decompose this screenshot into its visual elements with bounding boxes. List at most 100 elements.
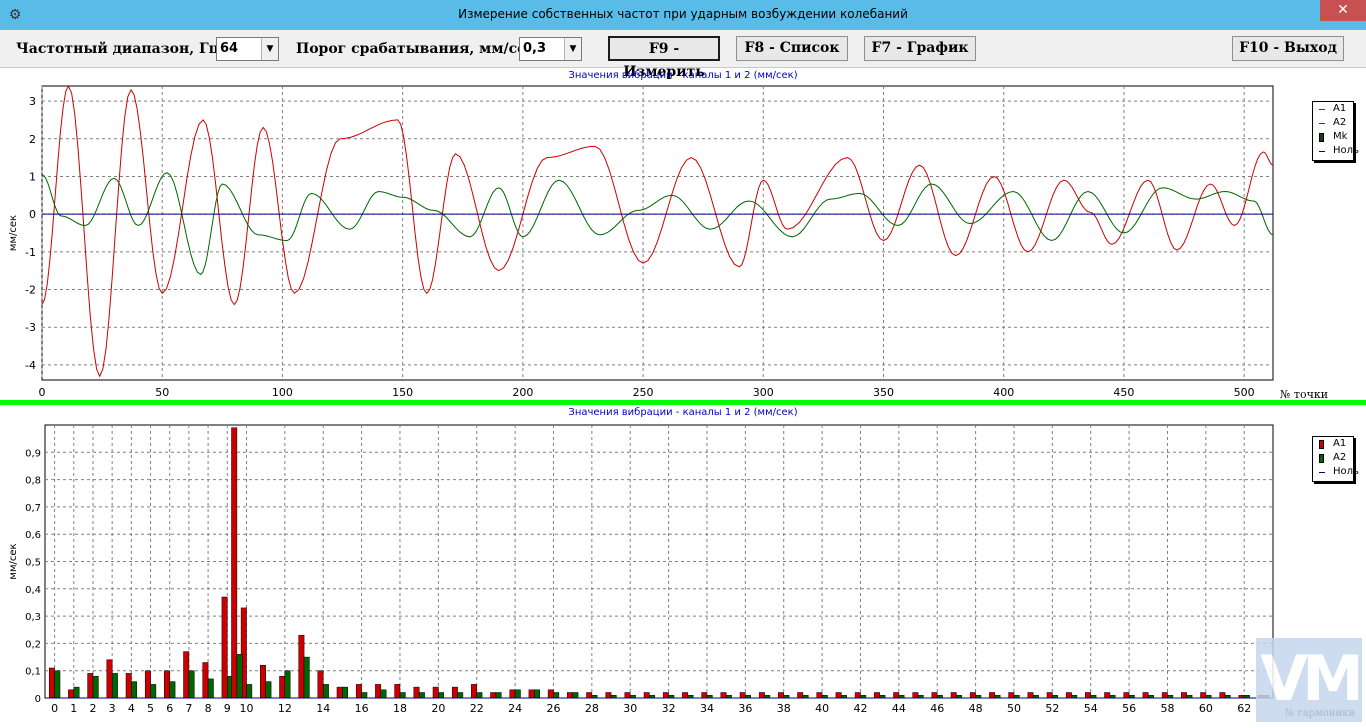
bar-a1 xyxy=(758,692,765,699)
bar-a2 xyxy=(188,670,195,699)
x-tick-label: 58 xyxy=(1160,702,1174,715)
bar-a2 xyxy=(265,681,272,699)
graph-button[interactable]: F7 - График xyxy=(864,36,976,61)
bar-a2 xyxy=(553,692,560,699)
time-chart: 0 50 100 150 200 250 300 350 400 450 500 -4 -3 -2 -1 0 1… xyxy=(8,84,1328,400)
bar-a1 xyxy=(413,686,420,699)
y-tick-label: 0 xyxy=(35,694,41,705)
exit-button[interactable]: F10 - Выход xyxy=(1232,36,1344,61)
bar-a1 xyxy=(164,670,170,699)
x-tick-label: 18 xyxy=(393,702,407,715)
x-tick-label: 14 xyxy=(316,702,330,715)
y-axis-label: мм/сек xyxy=(8,543,19,579)
bar-a1 xyxy=(567,692,573,699)
legend-swatch xyxy=(1319,123,1325,124)
legend-swatch xyxy=(1319,440,1324,449)
x-tick-label: 62 xyxy=(1237,702,1251,715)
window-title: Измерение собственных частот при ударным… xyxy=(458,7,908,21)
x-tick-label: 44 xyxy=(892,702,906,715)
legend-item-a1: A1 xyxy=(1313,102,1353,116)
bar-a1 xyxy=(662,692,669,699)
y-tick-label: 0,8 xyxy=(25,476,41,487)
x-tick-label: 16 xyxy=(355,702,369,715)
bar-a2 xyxy=(361,692,368,699)
y-tick-label: 0,6 xyxy=(25,530,41,541)
x-tick-label: 50 xyxy=(1007,702,1021,715)
bottom-legend: A1 A2 Ноль xyxy=(1312,436,1359,482)
x-tick-label: 32 xyxy=(662,702,676,715)
bar-a1 xyxy=(1104,692,1111,699)
x-tick-label: 3 xyxy=(109,702,116,715)
legend-swatch xyxy=(1319,109,1325,110)
y-tick-label: 0,7 xyxy=(25,503,41,514)
bar-a1 xyxy=(279,675,286,699)
bar-a2 xyxy=(303,656,310,699)
x-tick-label: 0 xyxy=(39,386,46,399)
bar-a1 xyxy=(221,596,228,699)
bar-a1 xyxy=(298,634,305,699)
y-tick-label: -4 xyxy=(25,359,36,372)
bar-a1 xyxy=(432,686,439,699)
bar-a1 xyxy=(375,684,382,699)
legend-label: A2 xyxy=(1333,117,1347,128)
bar-a1 xyxy=(893,692,900,699)
x-tick-label: 2 xyxy=(89,702,96,715)
range-value: 64 xyxy=(220,41,239,56)
bar-a1 xyxy=(528,689,535,699)
brand-logo: VM xyxy=(1256,638,1364,722)
x-tick-label: 38 xyxy=(777,702,791,715)
bar-a2 xyxy=(342,686,349,699)
bar-a1 xyxy=(183,651,190,699)
bar-a1 xyxy=(106,659,113,699)
close-button[interactable]: ✕ xyxy=(1320,0,1366,21)
bar-a1 xyxy=(912,692,919,699)
range-label: Частотный диапазон, Гц xyxy=(16,41,219,57)
y-tick-label: 0,5 xyxy=(25,558,41,569)
threshold-select[interactable]: 0,3 ▼ xyxy=(519,37,582,61)
bar-a1 xyxy=(931,692,938,699)
x-tick-label: 100 xyxy=(272,386,293,399)
x-tick-label: 20 xyxy=(431,702,445,715)
threshold-value: 0,3 xyxy=(523,41,547,56)
bar-a1 xyxy=(1142,692,1149,699)
bar-a1 xyxy=(490,692,497,699)
y-axis-label: мм/сек xyxy=(8,215,19,251)
x-tick-label: 350 xyxy=(873,386,894,399)
chevron-down-icon[interactable]: ▼ xyxy=(564,38,581,60)
bar-a1 xyxy=(989,692,996,699)
bar-a1 xyxy=(547,689,554,699)
bar-a1 xyxy=(1008,692,1015,699)
bar-a1 xyxy=(720,692,727,699)
bar-a2 xyxy=(246,684,253,699)
list-button[interactable]: F8 - Список xyxy=(736,36,848,61)
threshold-label: Порог срабатывания, мм/сек xyxy=(296,41,537,57)
legend-item-zero: Ноль xyxy=(1313,144,1359,158)
x-tick-label: 9 xyxy=(224,702,231,715)
y-tick-label: 0,4 xyxy=(25,585,41,596)
x-tick-label: 500 xyxy=(1234,386,1255,399)
measure-button[interactable]: F9 - Измерить xyxy=(608,36,720,80)
bar-a1 xyxy=(336,686,343,699)
bar-a1 xyxy=(950,692,957,699)
bar-a2 xyxy=(438,692,444,699)
range-select[interactable]: 64 ▼ xyxy=(216,37,279,61)
bar-a2 xyxy=(150,684,157,699)
chevron-down-icon[interactable]: ▼ xyxy=(261,38,278,60)
bar-a1 xyxy=(969,692,976,699)
legend-label: A1 xyxy=(1333,438,1347,449)
bar-a2 xyxy=(54,670,61,699)
legend-label: Ноль xyxy=(1333,466,1359,477)
bar-a2 xyxy=(514,689,521,699)
x-tick-label: 26 xyxy=(546,702,560,715)
bar-a1 xyxy=(797,692,804,699)
bar-a2 xyxy=(457,692,464,699)
bar-a1 xyxy=(451,686,458,699)
x-tick-label: 0 xyxy=(51,702,58,715)
x-tick-label: 28 xyxy=(585,702,599,715)
bar-a1 xyxy=(144,670,151,699)
bar-a1 xyxy=(1123,692,1130,699)
x-tick-label: 54 xyxy=(1084,702,1098,715)
x-tick-label: 250 xyxy=(633,386,654,399)
x-tick-label: 24 xyxy=(508,702,522,715)
bar-a1 xyxy=(317,670,324,699)
